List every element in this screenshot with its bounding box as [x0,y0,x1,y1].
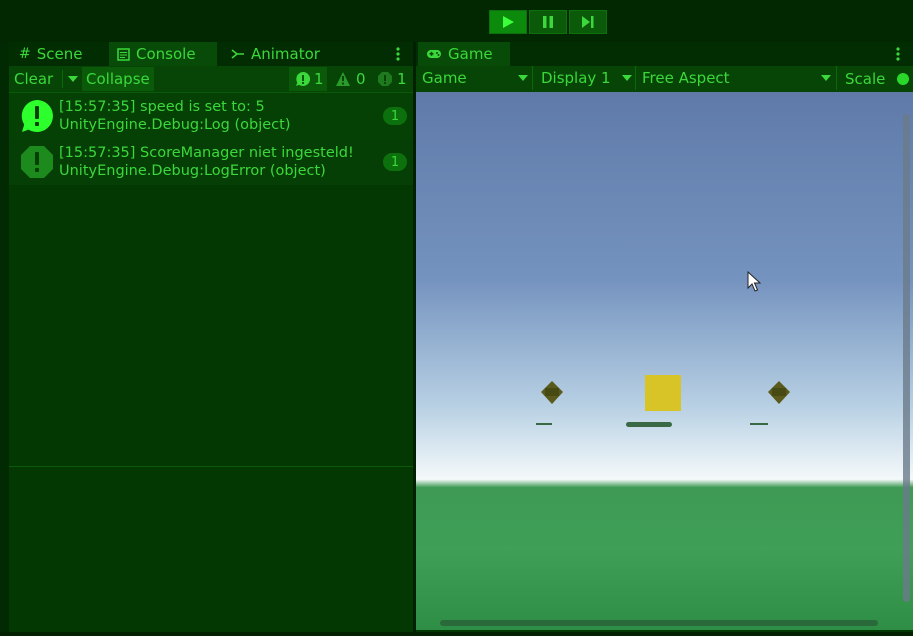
pause-icon [543,16,553,28]
play-button[interactable] [489,10,527,34]
log-text: [15:57:35] speed is set to: 5 [59,99,265,115]
main-toolbar [0,0,913,42]
info-count: 1 [314,70,324,88]
info-filter-toggle[interactable]: 1 [289,67,327,91]
game-viewport[interactable] [416,92,913,630]
console-toolbar: Clear Collapse 1 0 1 [9,66,413,93]
view-select-value: Game [422,69,467,87]
chevron-down-icon [518,75,528,81]
tab-console[interactable]: Console [109,42,217,66]
chevron-down-icon [68,76,78,82]
panel-menu-icon[interactable] [391,44,405,64]
warning-filter-toggle[interactable]: 0 [329,67,369,91]
warning-count: 0 [356,70,366,88]
detail-splitter[interactable] [9,466,413,467]
scale-control: Scale [836,66,913,90]
clear-button[interactable]: Clear [14,70,53,88]
log-row[interactable]: [15:57:35] speed is set to: 5 UnityEngin… [9,93,413,139]
console-icon [117,47,130,61]
display-select-value: Display 1 [541,69,611,87]
vertical-scrollbar[interactable] [903,114,910,602]
chevron-down-icon [821,75,831,81]
tab-console-label: Console [136,45,196,63]
error-icon [378,72,392,86]
horizontal-scrollbar[interactable] [440,620,878,626]
tab-animator-label: Animator [251,45,320,63]
clear-options-dropdown[interactable] [62,70,83,88]
view-select[interactable]: Game [422,66,528,90]
game-panel: Game Game Display 1 Free Aspect Scale [416,42,913,632]
mouse-cursor-icon [747,271,761,292]
collapse-label: Collapse [86,70,150,88]
step-icon [582,16,594,28]
tab-animator[interactable]: Animator [223,42,328,66]
console-tabbar: # Scene Console Animator [9,42,413,66]
enemy-sprite [768,381,790,404]
enemy-shadow [750,423,768,425]
collapse-button[interactable]: Collapse [82,67,154,91]
dock-edge [0,42,8,632]
error-filter-toggle[interactable]: 1 [371,67,411,91]
info-icon [296,71,311,86]
enemy-sprite [541,381,563,404]
aspect-select-value: Free Aspect [642,69,730,87]
display-select[interactable]: Display 1 [532,66,632,90]
log-row[interactable]: [15:57:35] ScoreManager niet ingesteld! … [9,139,413,185]
animator-icon [231,49,244,59]
error-icon [21,146,53,178]
log-message: [15:57:35] ScoreManager niet ingesteld! … [59,144,354,180]
scale-slider-handle[interactable] [897,73,909,85]
cube-shadow [626,422,672,427]
tab-game-label: Game [448,45,493,63]
status-bar [0,632,913,636]
log-message: [15:57:35] speed is set to: 5 UnityEngin… [59,98,290,134]
aspect-select[interactable]: Free Aspect [635,66,831,90]
log-count-badge: 1 [383,153,407,171]
log-source: UnityEngine.Debug:Log (object) [59,117,291,133]
error-count: 1 [397,70,407,88]
log-text: [15:57:35] ScoreManager niet ingesteld! [59,145,354,161]
warning-icon [336,72,350,86]
info-icon [21,100,53,132]
log-count-badge: 1 [383,107,407,125]
scale-label: Scale [845,70,886,88]
step-button[interactable] [569,10,607,34]
log-source: UnityEngine.Debug:LogError (object) [59,163,326,179]
chevron-down-icon [622,75,632,81]
pause-button[interactable] [529,10,567,34]
tab-scene-label: Scene [36,45,83,63]
enemy-shadow [536,423,552,425]
panel-menu-icon[interactable] [891,44,905,64]
player-cube [645,375,681,411]
game-tabbar: Game [416,42,913,66]
grid-icon: # [19,46,31,62]
tab-scene[interactable]: # Scene [11,42,90,66]
console-panel: # Scene Console Animator Clear Collapse … [9,42,413,632]
game-toolbar: Game Display 1 Free Aspect Scale [416,66,913,93]
tab-game[interactable]: Game [418,42,510,66]
play-icon [503,16,514,28]
gamepad-icon [427,50,441,58]
